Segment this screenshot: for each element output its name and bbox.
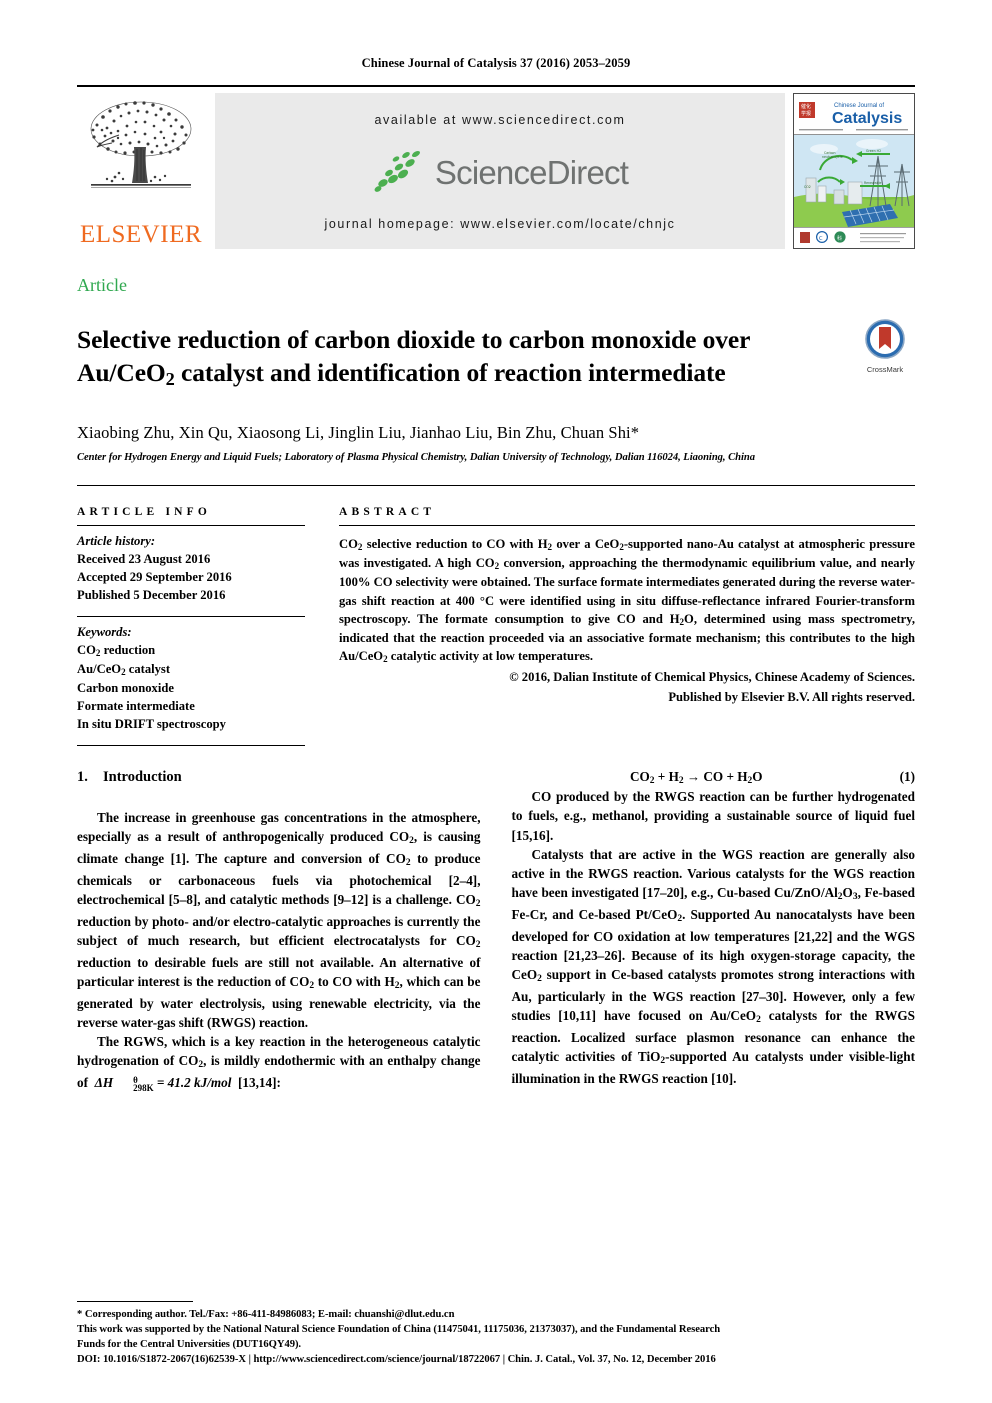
sciencedirect-logo: ScienceDirect [372,149,629,195]
elsevier-wordmark: ELSEVIER [79,221,203,248]
article-info-heading: ARTICLE INFO [77,506,212,519]
journal-cover-image: 催化学报 Chinese Journal of Catalysis Carbon… [794,94,914,248]
corresponding-author-note: * Corresponding author. Tel./Fax: +86-41… [77,1308,455,1320]
equation-1-number: (1) [899,769,915,785]
keyword-item: CO2 reduction [77,643,156,659]
title-line-2-b: catalyst and identification of reaction … [174,357,726,387]
crossmark-label: CrossMark [866,365,904,374]
section-number: 1. [77,769,88,786]
abstract-body: CO2 selective reduction to CO with H2 ov… [339,537,915,664]
enthalpy-expression: ΔH θ 298K = 41.2 kJ/mol [94,1074,232,1094]
sciencedirect-banner: available at www.sciencedirect.com Scien… [215,93,785,249]
enthalpy-subscript: 298K [133,1083,154,1094]
footnote-divider [77,1300,193,1302]
section-title: Introduction [103,769,182,786]
sciencedirect-leaf-icon [374,150,420,192]
abstract-heading: ABSTRACT [339,506,436,519]
abstract-copyright-line-1: © 2016, Dalian Institute of Chemical Phy… [509,669,915,684]
svg-text:催化: 催化 [801,103,811,110]
history-accepted: Accepted 29 September 2016 [77,570,232,585]
enthalpy-value: = 41.2 kJ/mol [156,1075,232,1091]
funding-note-line-1: This work was supported by the National … [77,1323,721,1335]
journal-homepage-text: journal homepage: www.elsevier.com/locat… [324,217,676,231]
keyword-item: Au/CeO2 catalyst [77,662,171,678]
svg-text:Renewable: Renewable [864,181,881,185]
intro-paragraph-3: CO produced by the RWGS reaction can be … [511,789,916,843]
svg-text:科: 科 [837,235,842,242]
svg-text:Catalysis: Catalysis [832,110,902,127]
article-type-label: Article [77,275,127,295]
article-history-group: Article history: Received 23 August 2016… [77,526,305,604]
sciencedirect-wordmark: ScienceDirect [434,153,629,191]
svg-text:neutral cycle: neutral cycle [822,155,843,159]
journal-cover-thumbnail: 催化 学报 Chinese Journal of Catalysis Carbo… [793,93,915,249]
history-published: Published 5 December 2016 [77,588,226,603]
svg-text:Chinese Journal of: Chinese Journal of [834,103,884,109]
crossmark-badge[interactable]: CrossMark [855,319,915,374]
author-list: Xiaobing Zhu, Xin Qu, Xiaosong Li, Jingl… [77,423,640,443]
section-heading-introduction: 1. Introduction [77,769,481,786]
keywords-label: Keywords: [77,625,132,640]
article-info-column: ARTICLE INFO Article history: Received 2… [77,506,305,747]
history-received: Received 23 August 2016 [77,552,211,567]
keyword-item: In situ DRIFT spectroscopy [77,717,226,732]
journal-article-page: Chinese Journal of Catalysis 37 (2016) 2… [0,0,992,1403]
elsevier-tree-logo [85,95,197,207]
article-history-label: Article history: [77,534,156,549]
intro-paragraph-1: The increase in greenhouse gas concentra… [77,810,481,1031]
info-abstract-block: ARTICLE INFO Article history: Received 2… [77,485,915,747]
left-column: 1. Introduction The increase in greenhous… [77,769,481,1092]
equation-1-row: CO2 + H2 → CO + H2O (1) [512,769,915,787]
running-head: Chinese Journal of Catalysis 37 (2016) 2… [361,56,631,70]
page-footnote: * Corresponding author. Tel./Fax: +86-41… [77,1300,915,1367]
elsevier-logo-block: ELSEVIER [77,93,205,249]
title-row: Selective reduction of carbon dioxide to… [77,307,915,408]
divider [77,745,305,747]
title-line-2-a: Au/CeO [77,357,166,387]
intro-paragraph-4: Catalysts that are active in the WGS rea… [511,846,916,1086]
available-at-text: available at www.sciencedirect.com [374,113,626,127]
title-subscript: 2 [165,368,175,389]
svg-text:CO2: CO2 [804,185,811,189]
abstract-copyright-line-2: Published by Elsevier B.V. All rights re… [668,690,915,704]
svg-text:Green H2: Green H2 [866,149,881,153]
journal-masthead: ELSEVIER available at www.sciencedirect.… [77,85,915,249]
crossmark-icon[interactable] [865,319,905,359]
abstract-column: ABSTRACT CO2 selective reduction to CO w… [339,506,915,746]
keyword-item: Formate intermediate [77,699,195,714]
right-column: CO2 + H2 → CO + H2O (1) CO produced by t… [512,769,916,1092]
svg-text:学报: 学报 [801,110,811,117]
intro-paragraph-2: The RGWS, which is a key reaction in the… [77,1034,481,1094]
equation-1: CO2 + H2 → CO + H2O [629,769,763,787]
enthalpy-refs: [13,14]: [238,1075,281,1091]
doi-line: DOI: 10.1016/S1872-2067(16)62539-X | htt… [77,1353,716,1365]
body-columns: 1. Introduction The increase in greenhous… [77,769,915,1092]
title-line-1: Selective reduction of carbon dioxide to… [77,325,751,355]
funding-note-line-2: Funds for the Central Universities (DUT1… [77,1338,302,1350]
keywords-group: Keywords: CO2 reduction Au/CeO2 catalyst… [77,617,305,733]
keyword-item: Carbon monoxide [77,681,174,696]
svg-text:C: C [819,236,823,242]
page-title: Selective reduction of carbon dioxide to… [77,324,849,391]
affiliation: Center for Hydrogen Energy and Liquid Fu… [77,452,755,464]
